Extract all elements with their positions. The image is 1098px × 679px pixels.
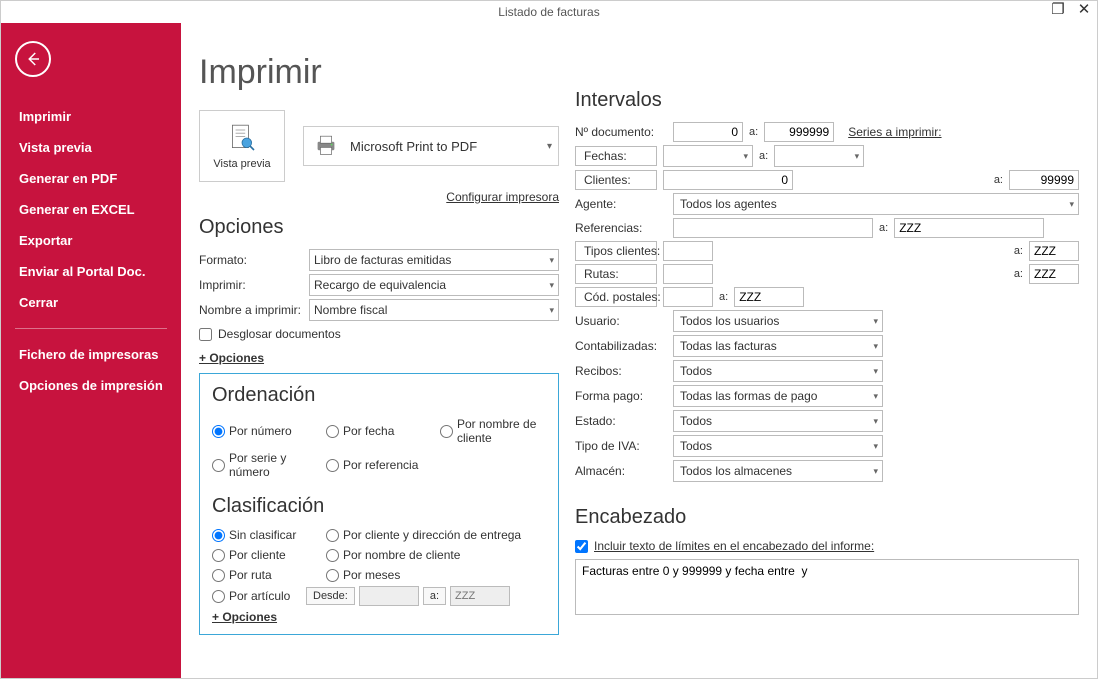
imprimir-label: Imprimir: xyxy=(199,278,309,292)
agente-select[interactable]: Todos los agentes▾ xyxy=(673,193,1079,215)
mas-opciones-link[interactable]: + Opciones xyxy=(199,351,264,365)
cp-button[interactable]: Cód. postales: xyxy=(575,287,657,307)
formato-label: Formato: xyxy=(199,253,309,267)
formato-select[interactable]: Libro de facturas emitidas▾ xyxy=(309,249,559,271)
encabezado-heading: Encabezado xyxy=(575,506,1079,529)
preview-label: Vista previa xyxy=(213,158,270,170)
orden-serie[interactable]: Por serie y número xyxy=(212,451,322,479)
clasif-meses[interactable]: Por meses xyxy=(326,568,546,582)
iva-label: Tipo de IVA: xyxy=(575,439,667,453)
contab-select[interactable]: Todas las facturas▾ xyxy=(673,335,883,357)
sidebar-item-portal[interactable]: Enviar al Portal Doc. xyxy=(1,256,181,287)
nombre-label: Nombre a imprimir: xyxy=(199,303,309,317)
close-button[interactable]: ✕ xyxy=(1077,3,1091,17)
fecha-to-select[interactable]: ▾ xyxy=(774,145,864,167)
sidebar-item-pdf[interactable]: Generar en PDF xyxy=(1,163,181,194)
articulo-hasta-input[interactable] xyxy=(450,586,510,606)
estado-select[interactable]: Todos▾ xyxy=(673,410,883,432)
enc-checkbox-input[interactable] xyxy=(575,540,588,553)
forma-select[interactable]: Todas las formas de pago▾ xyxy=(673,385,883,407)
clasif-cliente[interactable]: Por cliente xyxy=(212,548,322,562)
desglosar-input[interactable] xyxy=(199,328,212,341)
preview-button[interactable]: Vista previa xyxy=(199,110,285,182)
cli-from-input[interactable] xyxy=(663,170,793,190)
enc-textarea[interactable] xyxy=(575,559,1079,615)
tipos-from-input[interactable] xyxy=(663,241,713,261)
sidebar-item-fichero[interactable]: Fichero de impresoras xyxy=(1,339,181,370)
clasif-sin[interactable]: Sin clasificar xyxy=(212,528,322,542)
maximize-button[interactable]: ❐ xyxy=(1051,3,1065,17)
recibos-select[interactable]: Todos▾ xyxy=(673,360,883,382)
series-link[interactable]: Series a imprimir: xyxy=(848,125,941,139)
iva-select[interactable]: Todos▾ xyxy=(673,435,883,457)
chevron-down-icon: ▾ xyxy=(547,141,552,152)
sidebar-item-cerrar[interactable]: Cerrar xyxy=(1,287,181,318)
ndoc-to-input[interactable] xyxy=(764,122,834,142)
recibos-label: Recibos: xyxy=(575,364,667,378)
printer-icon xyxy=(312,132,340,160)
forma-label: Forma pago: xyxy=(575,389,667,403)
fecha-from-select[interactable]: ▾ xyxy=(663,145,753,167)
desglosar-checkbox[interactable]: Desglosar documentos xyxy=(199,327,559,341)
rutas-from-input[interactable] xyxy=(663,264,713,284)
cp-from-input[interactable] xyxy=(663,287,713,307)
tipos-to-input[interactable] xyxy=(1029,241,1079,261)
tipos-button[interactable]: Tipos clientes: xyxy=(575,241,657,261)
sidebar-item-exportar[interactable]: Exportar xyxy=(1,225,181,256)
fechas-button[interactable]: Fechas: xyxy=(575,146,657,166)
sidebar-item-imprimir[interactable]: Imprimir xyxy=(1,101,181,132)
ref-label: Referencias: xyxy=(575,221,667,235)
usuario-label: Usuario: xyxy=(575,314,667,328)
orden-ref[interactable]: Por referencia xyxy=(326,451,436,479)
rutas-button[interactable]: Rutas: xyxy=(575,264,657,284)
articulo-desde-input[interactable] xyxy=(359,586,419,606)
sidebar: Imprimir Vista previa Generar en PDF Gen… xyxy=(1,23,181,678)
intervalos-heading: Intervalos xyxy=(575,89,1079,112)
back-button[interactable] xyxy=(15,41,51,77)
ref-to-input[interactable] xyxy=(894,218,1044,238)
usuario-select[interactable]: Todos los usuarios▾ xyxy=(673,310,883,332)
ndoc-label: Nº documento: xyxy=(575,125,667,139)
ndoc-from-input[interactable] xyxy=(673,122,743,142)
sidebar-item-vista-previa[interactable]: Vista previa xyxy=(1,132,181,163)
enc-checkbox[interactable]: Incluir texto de límites en el encabezad… xyxy=(575,539,1079,553)
page-title: Imprimir xyxy=(199,53,559,92)
orden-nombre[interactable]: Por nombre de cliente xyxy=(440,417,546,445)
printer-select[interactable]: Microsoft Print to PDF ▾ xyxy=(303,126,559,166)
orden-numero[interactable]: Por número xyxy=(212,417,322,445)
ordenacion-heading: Ordenación xyxy=(212,384,546,407)
imprimir-select[interactable]: Recargo de equivalencia▾ xyxy=(309,274,559,296)
a-label: a: xyxy=(423,587,446,605)
cli-to-input[interactable] xyxy=(1009,170,1079,190)
almacen-label: Almacén: xyxy=(575,464,667,478)
ref-from-input[interactable] xyxy=(673,218,873,238)
clasif-nombre[interactable]: Por nombre de cliente xyxy=(326,548,546,562)
desde-label: Desde: xyxy=(306,587,355,605)
estado-label: Estado: xyxy=(575,414,667,428)
clasif-ruta[interactable]: Por ruta xyxy=(212,568,322,582)
printer-name: Microsoft Print to PDF xyxy=(350,139,477,154)
clasif-articulo[interactable]: Por artículo xyxy=(212,589,302,603)
arrow-left-icon xyxy=(24,50,42,68)
clientes-button[interactable]: Clientes: xyxy=(575,170,657,190)
title-bar: Listado de facturas ❐ ✕ xyxy=(1,1,1097,23)
document-magnifier-icon xyxy=(226,122,258,154)
clasificacion-heading: Clasificación xyxy=(212,495,546,518)
sidebar-separator xyxy=(15,328,167,329)
clasif-cli-dir[interactable]: Por cliente y dirección de entrega xyxy=(326,528,546,542)
opciones-heading: Opciones xyxy=(199,216,559,239)
nombre-select[interactable]: Nombre fiscal▾ xyxy=(309,299,559,321)
rutas-to-input[interactable] xyxy=(1029,264,1079,284)
ordenacion-panel: Ordenación Por número Por fecha Por nomb… xyxy=(199,373,559,635)
agente-label: Agente: xyxy=(575,197,667,211)
orden-fecha[interactable]: Por fecha xyxy=(326,417,436,445)
sidebar-item-opciones-imp[interactable]: Opciones de impresión xyxy=(1,370,181,401)
config-printer-link[interactable]: Configurar impresora xyxy=(199,190,559,204)
cp-to-input[interactable] xyxy=(734,287,804,307)
almacen-select[interactable]: Todos los almacenes▾ xyxy=(673,460,883,482)
sidebar-item-excel[interactable]: Generar en EXCEL xyxy=(1,194,181,225)
mas-opciones-clasif-link[interactable]: + Opciones xyxy=(212,610,277,624)
window-title: Listado de facturas xyxy=(498,5,599,19)
contab-label: Contabilizadas: xyxy=(575,339,667,353)
